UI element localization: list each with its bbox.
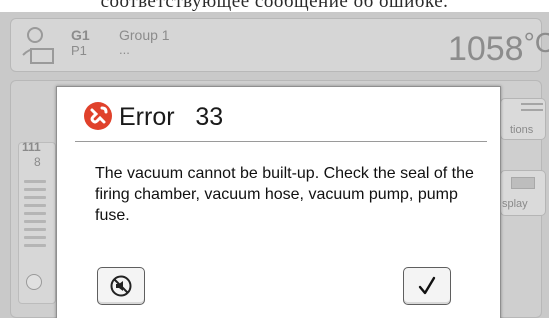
error-code: 33 bbox=[195, 103, 224, 131]
mute-sound-icon bbox=[110, 275, 132, 297]
left-panel-number: 111 bbox=[22, 140, 41, 154]
title-divider bbox=[75, 141, 487, 142]
options-button-label: tions bbox=[510, 124, 534, 136]
display-icon bbox=[511, 177, 535, 189]
page-caption: соответствующее сообщение об ошибке. bbox=[100, 0, 449, 11]
error-icon bbox=[84, 102, 112, 130]
error-dialog: Error 33 The vacuum cannot be built-up. … bbox=[56, 86, 501, 318]
temperature-value: 1058 bbox=[447, 30, 524, 68]
left-panel-bars bbox=[24, 180, 46, 252]
group-code: G1 bbox=[71, 27, 90, 43]
error-title: Error 33 bbox=[119, 103, 223, 132]
list-icon bbox=[521, 103, 543, 115]
error-title-text: Error bbox=[119, 103, 175, 131]
device-screen: G1 P1 Group 1 ... 1058°C 111 8 tions spl… bbox=[0, 12, 549, 318]
confirm-button[interactable] bbox=[403, 267, 451, 305]
status-header: G1 P1 Group 1 ... 1058°C bbox=[10, 18, 549, 72]
user-icon bbox=[22, 27, 54, 64]
group-detail: ... bbox=[119, 42, 130, 57]
left-panel-knob-icon bbox=[26, 274, 42, 290]
left-panel-subnumber: 8 bbox=[34, 155, 41, 169]
error-message: The vacuum cannot be built-up. Check the… bbox=[95, 165, 474, 224]
temperature-unit: °C bbox=[523, 27, 549, 58]
program-code: P1 bbox=[71, 43, 87, 58]
temperature-readout: 1058°C bbox=[448, 27, 549, 69]
checkmark-icon bbox=[418, 276, 436, 295]
mute-button[interactable] bbox=[97, 267, 145, 305]
group-name: Group 1 bbox=[119, 27, 170, 43]
display-button-label: splay bbox=[502, 198, 528, 210]
